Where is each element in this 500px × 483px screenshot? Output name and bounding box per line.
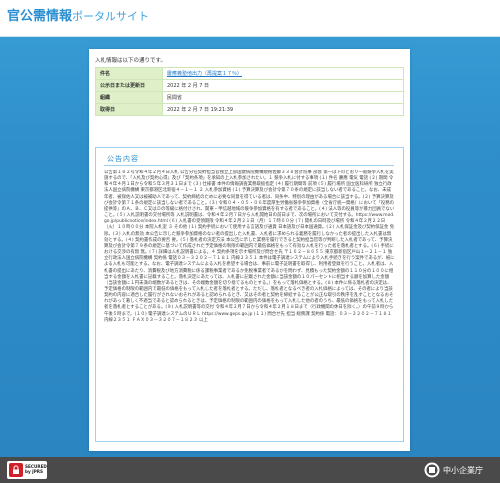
meta-label-organization: 組織 [95,91,163,104]
meta-label-published: 公示日または更新日 [95,79,163,92]
meta-label-subject: 件名 [95,67,163,80]
announcement-title: 公告内容 [107,155,139,163]
seal-text: SECURED by JPRS [25,464,47,474]
bid-detail-card: 入札情報は以下の通りです。 件名 慶應義塾他出力（再提案１７％） 公示日または更… [89,49,410,451]
meta-value-published: 2022 年 2 月 7 日 [162,79,404,92]
site-header: 官公需情報ポータルサイト [0,0,500,37]
site-title-main: 官公需情報 [7,9,73,24]
announcement-divider [104,165,394,166]
agency-logo-icon[interactable] [424,462,440,478]
site-footer: SECURED by JPRS 中小企業庁 [0,457,500,483]
intro-text: 入札情報は以下の通りです。 [95,58,166,64]
meta-value-acquired: 2022 年 2 月 7 日 19:21:39 [162,103,404,116]
bid-meta-table: 件名 慶應義塾他出力（再提案１７％） 公示日または更新日 2022 年 2 月 … [95,67,404,116]
table-row: 公示日または更新日 2022 年 2 月 7 日 [95,79,404,92]
lock-icon [9,463,23,477]
table-row: 組織 民間省 [95,91,404,104]
site-title-sub: ポータルサイト [72,10,150,23]
announcement-panel: 公告内容 公告第１８２号令和４年２月４日入札 公告分任契約担当官独立上部国健病院… [95,147,404,442]
announcement-body: 公告第１８２号令和４年２月４日入札 公告分任契約担当官独立上部国健病院機構規格佐… [104,170,395,323]
meta-label-acquired: 取得日 [95,103,163,116]
site-title[interactable]: 官公需情報ポータルサイト [7,9,149,25]
table-row: 取得日 2022 年 2 月 7 日 19:21:39 [95,103,404,116]
agency-name[interactable]: 中小企業庁 [443,465,483,476]
subject-link[interactable]: 慶應義塾他出力（再提案１７％） [167,71,242,77]
meta-value-organization: 民間省 [162,91,404,104]
table-row: 件名 慶應義塾他出力（再提案１７％） [95,67,404,80]
seal-line-2: by JPRS [25,469,44,474]
meta-value-subject: 慶應義塾他出力（再提案１７％） [162,67,404,80]
jprs-security-seal[interactable]: SECURED by JPRS [7,461,47,479]
